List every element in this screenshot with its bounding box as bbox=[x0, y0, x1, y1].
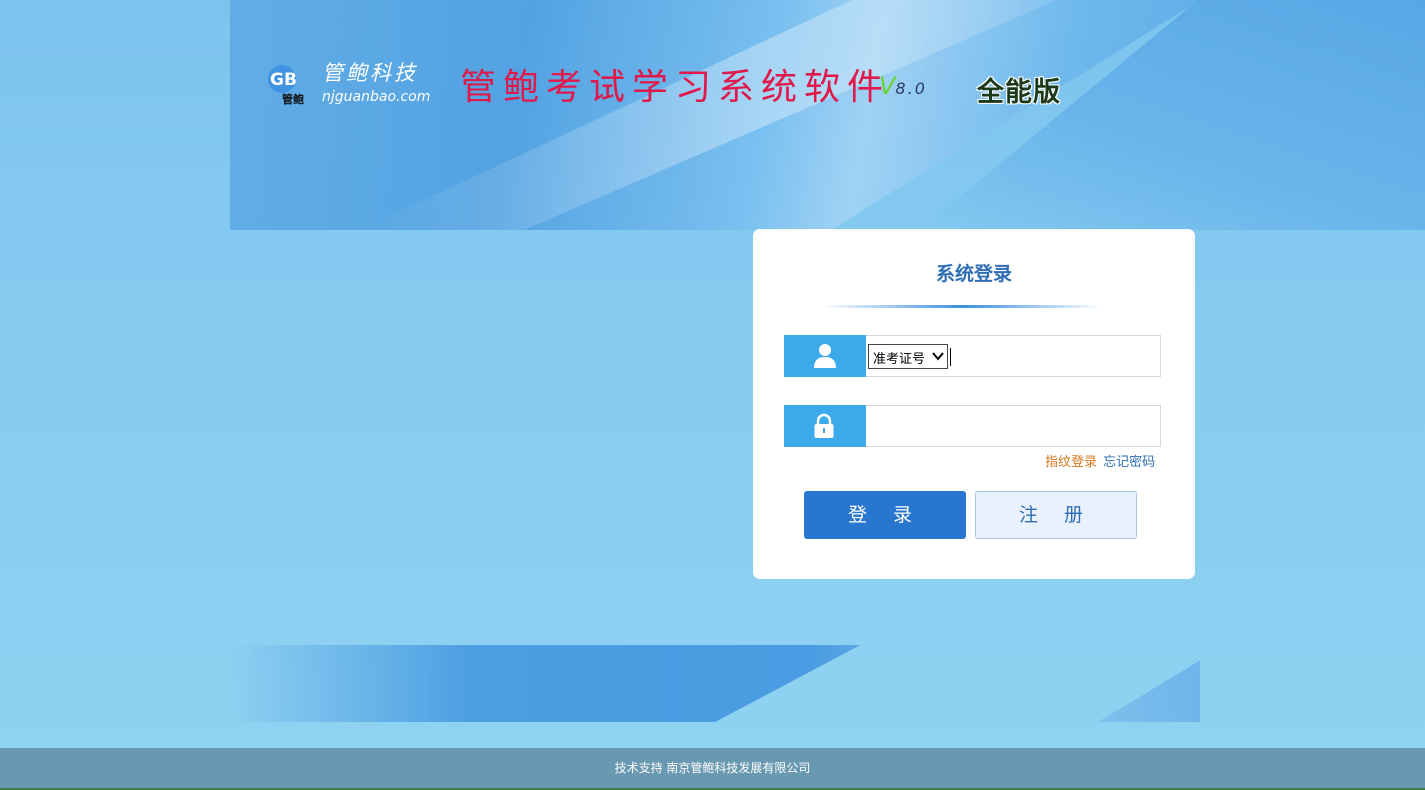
app-edition: 全能版 bbox=[977, 77, 1061, 108]
footer: 技术支持 南京管鲍科技发展有限公司 bbox=[0, 748, 1425, 790]
password-field[interactable] bbox=[784, 405, 1163, 448]
register-button[interactable]: 注 册 bbox=[975, 491, 1137, 539]
title-divider bbox=[823, 305, 1103, 308]
text-caret bbox=[950, 348, 951, 366]
user-icon-box bbox=[784, 335, 866, 377]
id-type-selected: 准考证号 bbox=[873, 352, 926, 367]
password-input[interactable] bbox=[867, 406, 1163, 448]
company-logo: GB 管鲍 管鲍科技 njguanbao.com bbox=[248, 55, 430, 110]
logo-company-name: 管鲍科技 bbox=[322, 61, 418, 85]
lock-icon bbox=[814, 413, 834, 438]
app-title: 管鲍考试学习系统软件 bbox=[460, 67, 891, 108]
login-links: 指纹登录 忘记密码 bbox=[1045, 451, 1155, 470]
logo-small-text: 管鲍 bbox=[282, 93, 304, 106]
version-number: 8.0 bbox=[895, 79, 927, 98]
version-letter: V bbox=[879, 72, 896, 100]
footer-text: 技术支持 南京管鲍科技发展有限公司 bbox=[614, 761, 811, 775]
login-card: 系统登录 准考证号 指纹登录 忘记密码 登 录 注 册 bbox=[753, 229, 1195, 579]
fingerprint-login-link[interactable]: 指纹登录 bbox=[1045, 455, 1097, 470]
logo-website: njguanbao.com bbox=[322, 89, 431, 105]
user-icon bbox=[814, 344, 836, 368]
login-title: 系统登录 bbox=[935, 263, 1012, 285]
login-button[interactable]: 登 录 bbox=[804, 491, 966, 539]
forgot-password-link[interactable]: 忘记密码 bbox=[1103, 455, 1155, 470]
app-version: V8.0 bbox=[879, 72, 927, 100]
username-field[interactable]: 准考证号 bbox=[784, 335, 1161, 377]
background-decoration bbox=[0, 0, 1425, 748]
id-type-select[interactable]: 准考证号 bbox=[868, 344, 948, 369]
chevron-down-icon bbox=[932, 352, 944, 361]
lock-icon-box bbox=[784, 405, 866, 447]
logo-mark-text: GB bbox=[270, 70, 297, 90]
